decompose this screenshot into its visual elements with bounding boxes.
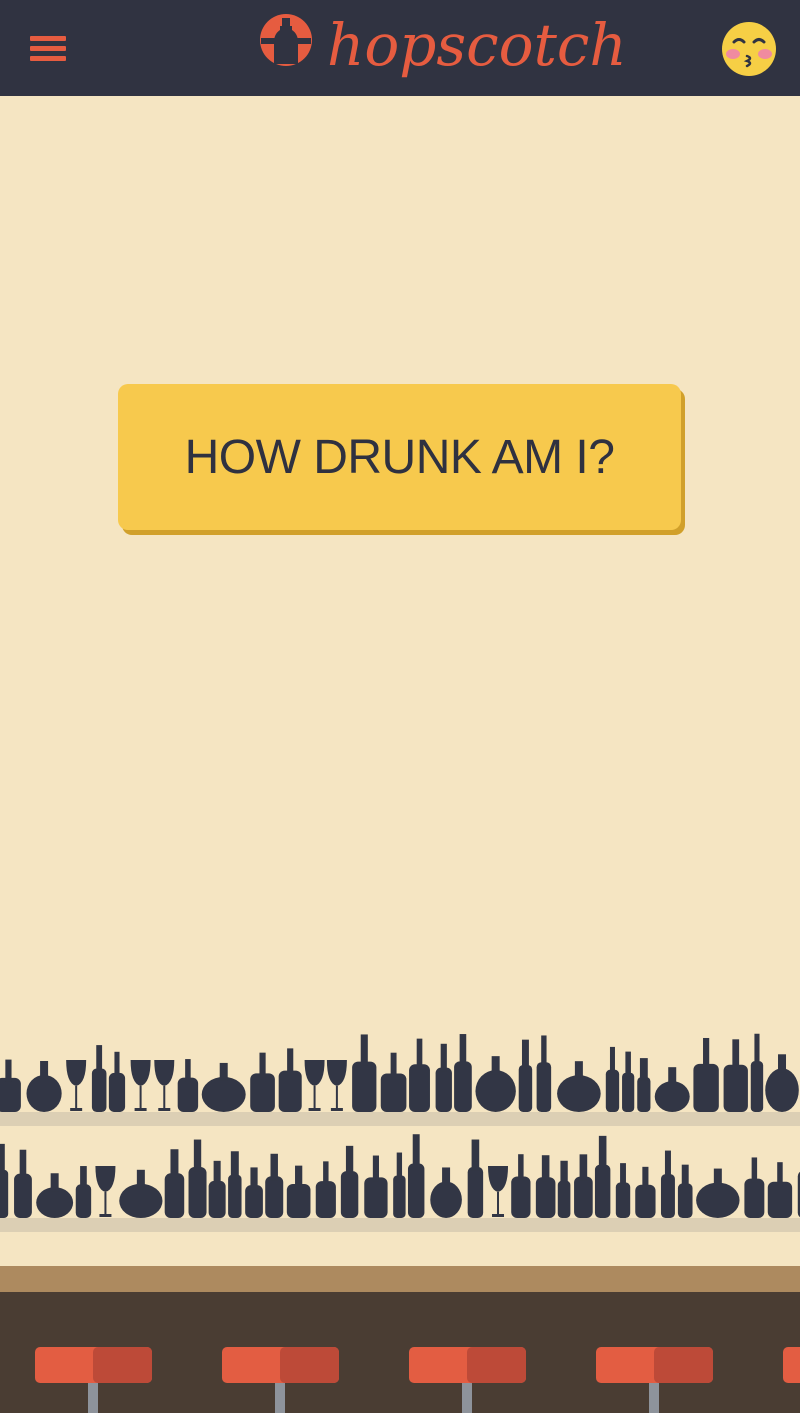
bottle-icon	[286, 1165, 311, 1218]
bottle-icon	[250, 1052, 275, 1112]
bottle-icon	[723, 1039, 748, 1112]
bottle-icon	[208, 1160, 226, 1218]
how-drunk-am-i-button[interactable]: HOW DRUNK AM I?	[118, 384, 681, 530]
bottle-icon	[767, 1162, 793, 1218]
bottle-icon	[119, 1169, 163, 1218]
bottle-icon	[536, 1035, 552, 1112]
bottle-icon	[660, 1150, 675, 1218]
top-shelf-bottles	[0, 1033, 799, 1112]
bottle-icon	[435, 1043, 452, 1112]
bottle-icon	[245, 1167, 263, 1218]
bottle-icon	[91, 1045, 107, 1112]
top-navigation-bar: hopscotch	[0, 0, 800, 96]
bottle-icon	[475, 1056, 516, 1112]
bar-illustration	[0, 1020, 800, 1413]
bottle-icon	[304, 1060, 325, 1111]
bottle-icon	[188, 1139, 207, 1218]
bottle-icon	[654, 1067, 690, 1112]
logo-wordmark: hopscotch	[327, 11, 627, 79]
bottle-icon	[467, 1139, 484, 1218]
bottle-icon	[326, 1060, 347, 1111]
bottle-icon	[511, 1154, 531, 1218]
bottle-icon	[352, 1034, 377, 1112]
bottle-icon	[26, 1060, 62, 1112]
top-shelf	[0, 1112, 800, 1126]
bottle-icon	[154, 1060, 175, 1111]
hamburger-menu-icon[interactable]	[22, 24, 74, 72]
bottle-icon	[36, 1173, 74, 1218]
bottle-icon	[407, 1134, 425, 1218]
bottle-icon	[130, 1060, 151, 1111]
bottle-icon	[615, 1163, 631, 1218]
bottle-icon	[364, 1155, 388, 1218]
bottle-icon	[265, 1153, 284, 1218]
bottle-icon	[278, 1048, 302, 1112]
bottle-icon	[635, 1166, 656, 1218]
kissing-face-emoji-icon[interactable]	[720, 20, 778, 78]
bottle-icon	[637, 1058, 651, 1112]
bottle-icon	[594, 1135, 611, 1218]
bottle-icon	[574, 1154, 593, 1218]
bottle-icon	[201, 1062, 246, 1112]
bottle-icon	[677, 1164, 693, 1218]
bottle-icon	[518, 1039, 533, 1112]
bottle-icon	[744, 1157, 765, 1218]
bottle-icon	[177, 1059, 199, 1112]
bottle-icon	[750, 1033, 764, 1112]
bottle-icon	[488, 1166, 509, 1217]
bottle-icon	[228, 1151, 242, 1218]
bottle-icon	[557, 1160, 571, 1218]
bottle-icon	[535, 1155, 556, 1218]
bottle-icon	[409, 1038, 430, 1112]
bottle-icon	[108, 1051, 126, 1112]
bottle-icon	[14, 1149, 32, 1218]
hopscotch-logo[interactable]: hopscotch	[257, 8, 627, 88]
bottom-shelf	[0, 1218, 800, 1232]
bottle-icon	[605, 1046, 620, 1112]
bottle-icon	[66, 1060, 87, 1111]
bottom-shelf-bottles	[0, 1134, 800, 1218]
bottle-icon	[454, 1034, 472, 1112]
bottle-icon	[0, 1143, 9, 1218]
bottle-icon	[557, 1061, 601, 1112]
bottle-icon	[393, 1152, 406, 1218]
bottle-icon	[0, 1059, 21, 1112]
bottle-icon	[693, 1037, 719, 1112]
bar-counter-top	[0, 1266, 800, 1292]
bottle-icon	[75, 1166, 92, 1218]
bottle-icon	[765, 1054, 799, 1112]
how-drunk-am-i-label: HOW DRUNK AM I?	[184, 430, 615, 484]
bottle-icon	[622, 1051, 635, 1112]
bottle-icon	[95, 1166, 116, 1217]
bottle-icon	[696, 1168, 740, 1218]
bottle-badge-icon	[260, 14, 312, 66]
bottle-icon	[315, 1161, 336, 1218]
bottle-icon	[164, 1149, 185, 1218]
bottle-icon	[340, 1145, 359, 1218]
bottle-icon	[430, 1167, 462, 1218]
bottle-icon	[380, 1052, 407, 1112]
